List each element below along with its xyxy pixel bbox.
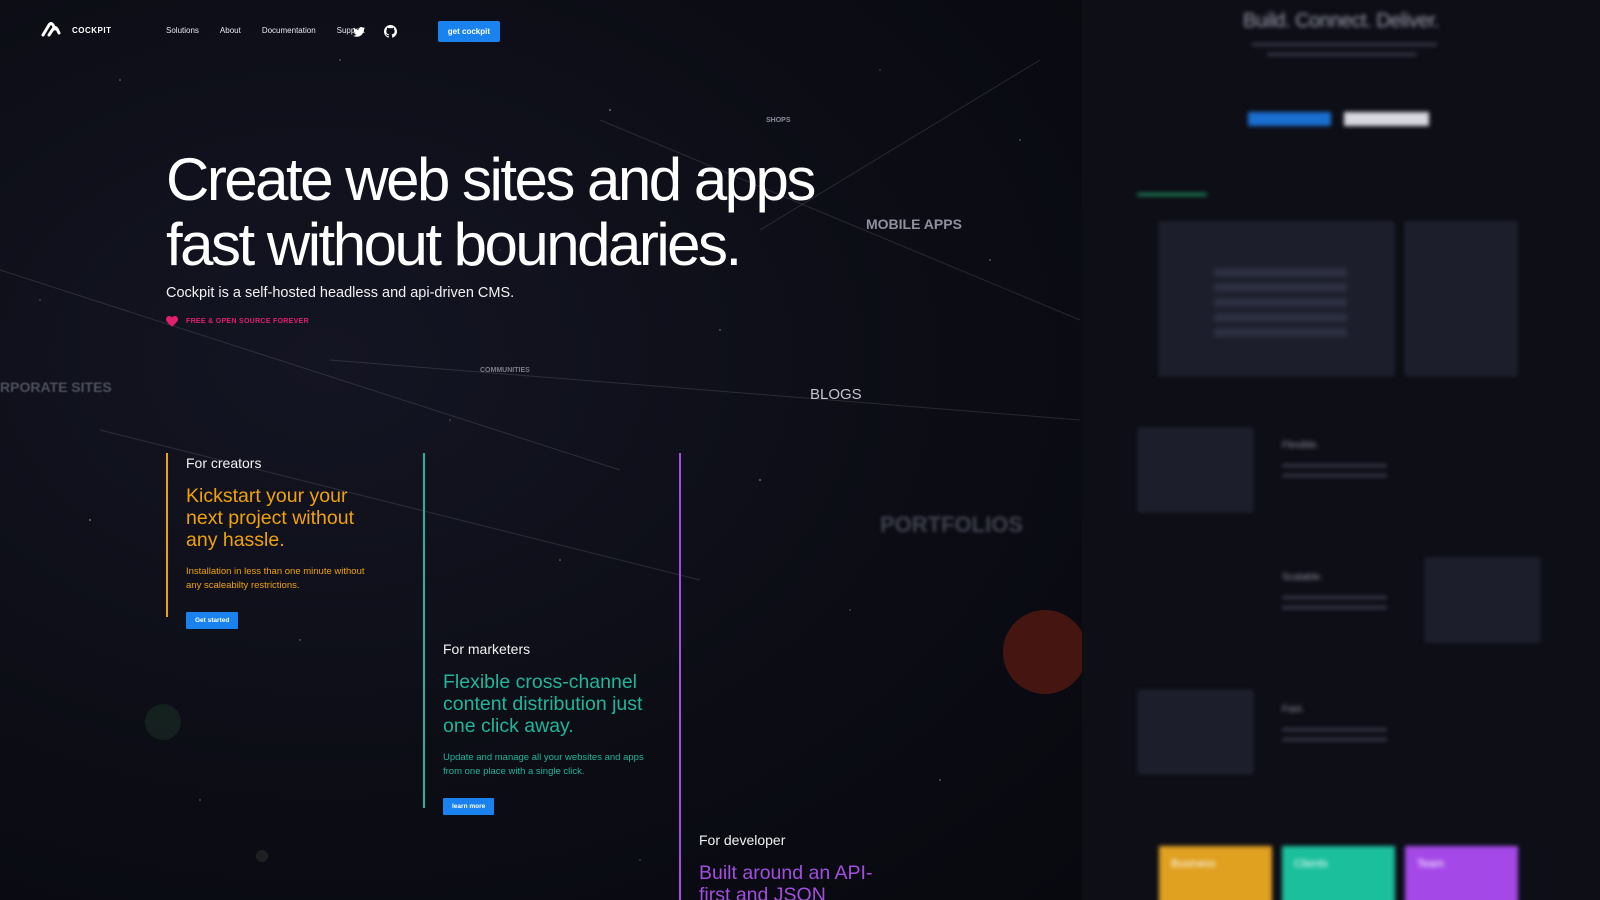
preview-title: Build. Connect. Deliver. — [1243, 10, 1439, 32]
preview-feature-mock-1 — [1138, 428, 1253, 512]
floating-word-shops: SHOPS — [766, 117, 791, 124]
marketers-kicker: For marketers — [443, 641, 531, 657]
main-nav: Solutions About Documentation Support — [166, 26, 365, 35]
developer-headline: Built around an API-first and JSON — [699, 862, 873, 900]
creators-body: Installation in less than one minute wit… — [186, 566, 365, 591]
floating-word-portfolios: PORTFOLIOS — [880, 512, 1023, 537]
preview-feature-mock-2 — [1425, 558, 1540, 642]
column-creators: For creators Kickstart your your next pr… — [166, 453, 376, 629]
floating-word-blogs: BLOGS — [810, 386, 862, 403]
nav-item-documentation[interactable]: Documentation — [262, 26, 316, 35]
hero-title: Create web sites and apps fast without b… — [166, 147, 886, 277]
marketers-body: Update and manage all your websites and … — [443, 752, 644, 777]
brand-name: COCKPIT — [72, 25, 112, 35]
preview-primary-button — [1248, 112, 1331, 126]
preview-feature-mock-3 — [1138, 690, 1253, 774]
developer-kicker: For developer — [699, 832, 786, 848]
nav-actions: get cockpit — [352, 21, 500, 42]
preview-side-mock — [1405, 222, 1517, 376]
floating-word-mobile-apps: MOBILE APPS — [866, 216, 962, 232]
hero-subtitle: Cockpit is a self-hosted headless and ap… — [166, 285, 515, 301]
learn-more-button[interactable]: learn more — [443, 798, 495, 815]
open-source-badge: FREE & OPEN SOURCE FOREVER — [166, 316, 309, 327]
hero-title-line1: Create web sites and apps — [166, 146, 816, 213]
floating-word-corporate-sites: RPORATE SITES — [0, 379, 112, 395]
get-cockpit-button[interactable]: get cockpit — [437, 21, 500, 42]
badge-label: FREE & OPEN SOURCE FOREVER — [186, 318, 309, 325]
column-marketers: For marketers Flexible cross-channel con… — [423, 453, 653, 815]
preview-card-business: Business — [1159, 846, 1272, 900]
preview-secondary-button — [1344, 112, 1429, 126]
hero-title-line2: fast without boundaries. — [166, 211, 742, 278]
creators-kicker: For creators — [186, 455, 262, 471]
brand-logo[interactable]: COCKPIT — [40, 22, 112, 38]
blurred-preview-panel: Build. Connect. Deliver. Flexible. Scala… — [1082, 0, 1600, 900]
preview-card-team: Team — [1405, 846, 1518, 900]
github-icon[interactable] — [384, 25, 398, 39]
cockpit-logo-icon — [41, 22, 61, 37]
nav-item-solutions[interactable]: Solutions — [166, 26, 199, 35]
preview-section-fast: Fast. — [1282, 704, 1305, 715]
get-started-button[interactable]: Get started — [186, 612, 239, 629]
creators-headline: Kickstart your your next project without… — [186, 485, 355, 551]
twitter-icon[interactable] — [352, 25, 366, 39]
floating-word-communities: COMMUNITIES — [480, 367, 530, 374]
preview-section-flexible: Flexible. — [1282, 440, 1320, 451]
nav-item-about[interactable]: About — [220, 26, 241, 35]
preview-section-scalable: Scalable. — [1282, 572, 1324, 583]
preview-card-clients: Clients — [1282, 846, 1395, 900]
marketers-headline: Flexible cross-channel content distribut… — [443, 671, 643, 737]
column-developer: For developer Built around an API-first … — [679, 453, 889, 900]
main-section: COCKPIT Solutions About Documentation Su… — [0, 0, 1082, 900]
heart-icon — [166, 316, 178, 327]
